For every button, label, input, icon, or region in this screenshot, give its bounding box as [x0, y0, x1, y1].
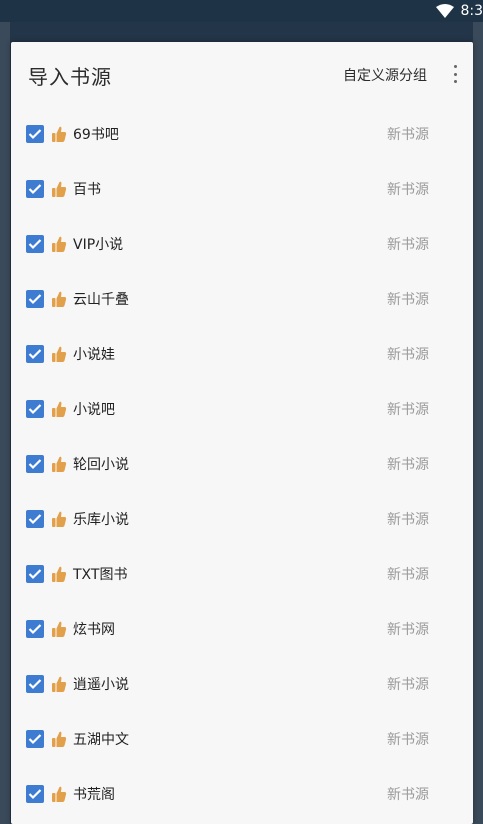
list-item[interactable]: 五湖中文 新书源 — [11, 711, 473, 766]
source-status: 新书源 — [387, 291, 429, 308]
background-activity-left — [0, 22, 10, 824]
list-item[interactable]: 炫书网 新书源 — [11, 601, 473, 656]
source-status: 新书源 — [387, 236, 429, 253]
source-name: 云山千叠 — [73, 291, 129, 308]
thumbs-up-icon — [51, 620, 67, 638]
list-item[interactable]: 小说吧 新书源 — [11, 381, 473, 436]
status-bar-right: 8:3 — [436, 2, 483, 20]
source-status: 新书源 — [387, 346, 429, 363]
source-name: TXT图书 — [73, 566, 128, 583]
checkbox[interactable] — [26, 674, 44, 693]
source-name: 小说吧 — [73, 401, 115, 418]
source-status: 新书源 — [387, 456, 429, 473]
checkbox[interactable] — [26, 509, 44, 528]
source-name: 五湖中文 — [73, 731, 129, 748]
source-name: 书荒阁 — [73, 786, 115, 803]
checkbox[interactable] — [26, 729, 44, 748]
list-item[interactable]: 小说娃 新书源 — [11, 326, 473, 381]
thumbs-up-icon — [51, 565, 67, 583]
thumbs-up-icon — [51, 785, 67, 803]
list-item[interactable]: 百书 新书源 — [11, 161, 473, 216]
source-status: 新书源 — [387, 676, 429, 693]
checkbox[interactable] — [26, 344, 44, 363]
list-item[interactable]: 69书吧 新书源 — [11, 106, 473, 161]
source-status: 新书源 — [387, 401, 429, 418]
checkbox[interactable] — [26, 124, 44, 143]
source-status: 新书源 — [387, 621, 429, 638]
checkbox[interactable] — [26, 179, 44, 198]
source-status: 新书源 — [387, 511, 429, 528]
checkbox[interactable] — [26, 619, 44, 638]
thumbs-up-icon — [51, 455, 67, 473]
checkbox[interactable] — [26, 289, 44, 308]
checkbox[interactable] — [26, 454, 44, 473]
source-name: 百书 — [73, 181, 101, 198]
source-status: 新书源 — [387, 566, 429, 583]
import-source-dialog: 导入书源 自定义源分组 69书吧 新书源 百书 新书源 VIP小说 新书源 云山千叠 新书源小… — [11, 42, 473, 824]
source-name: 小说娃 — [73, 346, 115, 363]
source-status: 新书源 — [387, 181, 429, 198]
list-item[interactable]: VIP小说 新书源 — [11, 216, 473, 271]
wifi-icon — [436, 4, 455, 18]
checkbox[interactable] — [26, 234, 44, 253]
thumbs-up-icon — [51, 730, 67, 748]
background-activity-right — [473, 22, 483, 824]
status-time: 8:3 — [460, 3, 483, 19]
source-status: 新书源 — [387, 731, 429, 748]
checkbox[interactable] — [26, 784, 44, 803]
source-status: 新书源 — [387, 786, 429, 803]
dialog-title: 导入书源 — [28, 65, 112, 89]
source-name: 乐库小说 — [73, 511, 129, 528]
source-name: 逍遥小说 — [73, 676, 129, 693]
thumbs-up-icon — [51, 235, 67, 253]
list-item[interactable]: 轮回小说 新书源 — [11, 436, 473, 491]
source-name: 69书吧 — [73, 126, 119, 143]
list-item[interactable]: 书荒阁 新书源 — [11, 766, 473, 821]
thumbs-up-icon — [51, 345, 67, 363]
thumbs-up-icon — [51, 125, 67, 143]
checkbox[interactable] — [26, 564, 44, 583]
thumbs-up-icon — [51, 290, 67, 308]
list-item[interactable]: 云山千叠 新书源 — [11, 271, 473, 326]
list-item[interactable]: 逍遥小说 新书源 — [11, 656, 473, 711]
source-list: 69书吧 新书源 百书 新书源 VIP小说 新书源 云山千叠 新书源 小说娃 新书源 小说吧 新书源轮… — [11, 106, 473, 821]
source-status: 新书源 — [387, 126, 429, 143]
source-name: 炫书网 — [73, 621, 115, 638]
list-item[interactable]: TXT图书 新书源 — [11, 546, 473, 601]
source-name: 轮回小说 — [73, 456, 129, 473]
status-bar: 8:3 — [0, 0, 483, 22]
thumbs-up-icon — [51, 400, 67, 418]
thumbs-up-icon — [51, 510, 67, 528]
source-name: VIP小说 — [73, 236, 124, 253]
list-item[interactable]: 乐库小说 新书源 — [11, 491, 473, 546]
thumbs-up-icon — [51, 180, 67, 198]
dialog-header: 导入书源 自定义源分组 — [11, 42, 473, 110]
thumbs-up-icon — [51, 675, 67, 693]
custom-source-group-button[interactable]: 自定义源分组 — [343, 65, 427, 85]
more-vert-icon[interactable] — [447, 62, 463, 86]
checkbox[interactable] — [26, 399, 44, 418]
